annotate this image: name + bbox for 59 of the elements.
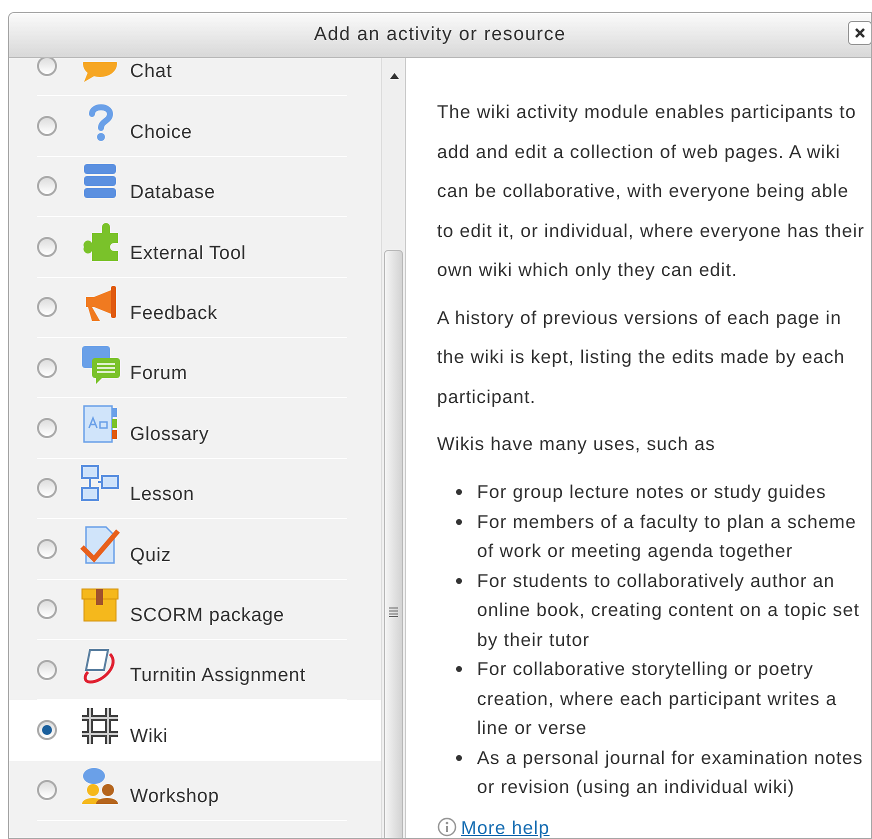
activity-label: Choice <box>130 120 192 145</box>
scrollbar-thumb[interactable] <box>384 250 403 838</box>
close-icon <box>854 27 866 39</box>
activity-label: Chat <box>130 60 172 84</box>
close-button[interactable] <box>848 21 871 45</box>
activity-label: Lesson <box>130 483 194 508</box>
activity-option[interactable]: Lesson <box>9 458 381 520</box>
hash-grid-icon <box>80 706 120 746</box>
radio-button[interactable] <box>37 478 57 498</box>
checkmark-document-icon <box>80 524 120 565</box>
activity-option[interactable]: SCORM package <box>9 580 381 640</box>
grip-icon <box>389 607 398 617</box>
people-icon <box>80 766 120 806</box>
activity-label: Feedback <box>130 302 218 326</box>
radio-button[interactable] <box>37 236 57 257</box>
description-paragraph: The wiki activity module enables participants to add and edit a collection of web pages. A wiki can be collaborative, with everyone being able to edit it, or individual, where everyone has their own wiki which only they can edit. <box>437 100 865 282</box>
radio-button[interactable] <box>37 176 57 196</box>
activity-label: Quiz <box>130 544 172 568</box>
activity-option[interactable]: Glossary <box>9 398 381 459</box>
bullet-text: For students to collaboratively author an online book, creating content on a topic set by their tutor <box>477 568 861 652</box>
scroll-up-arrow-icon[interactable] <box>390 73 399 79</box>
activity-option[interactable]: Workshop <box>9 760 381 822</box>
activity-option[interactable]: Choice <box>9 96 381 157</box>
activity-label: Forum <box>130 362 188 386</box>
activity-option[interactable]: External Tool <box>9 217 381 278</box>
radio-button[interactable] <box>37 660 57 680</box>
radio-button[interactable] <box>37 418 57 438</box>
radio-button[interactable] <box>37 599 57 620</box>
info-icon <box>437 817 457 838</box>
activity-label: Wiki <box>130 724 168 749</box>
radio-button[interactable] <box>37 720 57 740</box>
activity-option[interactable]: Quiz <box>9 519 381 580</box>
activity-option[interactable]: Chat <box>9 58 381 96</box>
activity-label: Workshop <box>130 785 220 810</box>
activity-option[interactable]: Feedback <box>9 278 381 338</box>
activity-option[interactable]: Forum <box>9 338 381 398</box>
radio-button[interactable] <box>37 116 57 136</box>
radio-button[interactable] <box>37 58 57 76</box>
activity-label: Database <box>130 181 216 206</box>
activity-label: SCORM package <box>130 604 284 628</box>
bullet-text: For group lecture notes or study guides <box>477 480 826 504</box>
radio-button[interactable] <box>37 358 57 378</box>
chat-bubbles-icon <box>80 344 120 384</box>
activity-option[interactable]: Wiki <box>9 700 381 761</box>
more-help-link[interactable]: More help <box>461 814 550 838</box>
radio-button[interactable] <box>37 297 57 318</box>
bullet-text: For collaborative storytelling or poetry creation, where each participant writes a line or verse <box>477 657 838 740</box>
description-paragraph: A history of previous versions of each page in the wiki is kept, listing the edits made by each participant. <box>437 306 846 409</box>
activity-label: Glossary <box>130 422 209 447</box>
bullet-text: As a personal journal for examination notes or revision (using an individual wiki) <box>477 746 864 799</box>
dialog-title: Add an activity or resource <box>314 22 566 47</box>
activity-label: Turnitin Assignment <box>130 664 306 688</box>
bullet-text: For members of a faculty to plan a scheme of work or meeting agenda together <box>477 510 858 563</box>
speech-bubble-icon <box>80 62 120 82</box>
activity-option[interactable]: Database <box>9 156 381 218</box>
radio-button[interactable] <box>37 538 57 559</box>
description-paragraph: Wikis have many uses, such as <box>437 432 716 456</box>
activity-label: External Tool <box>130 242 246 266</box>
radio-button[interactable] <box>37 780 57 800</box>
